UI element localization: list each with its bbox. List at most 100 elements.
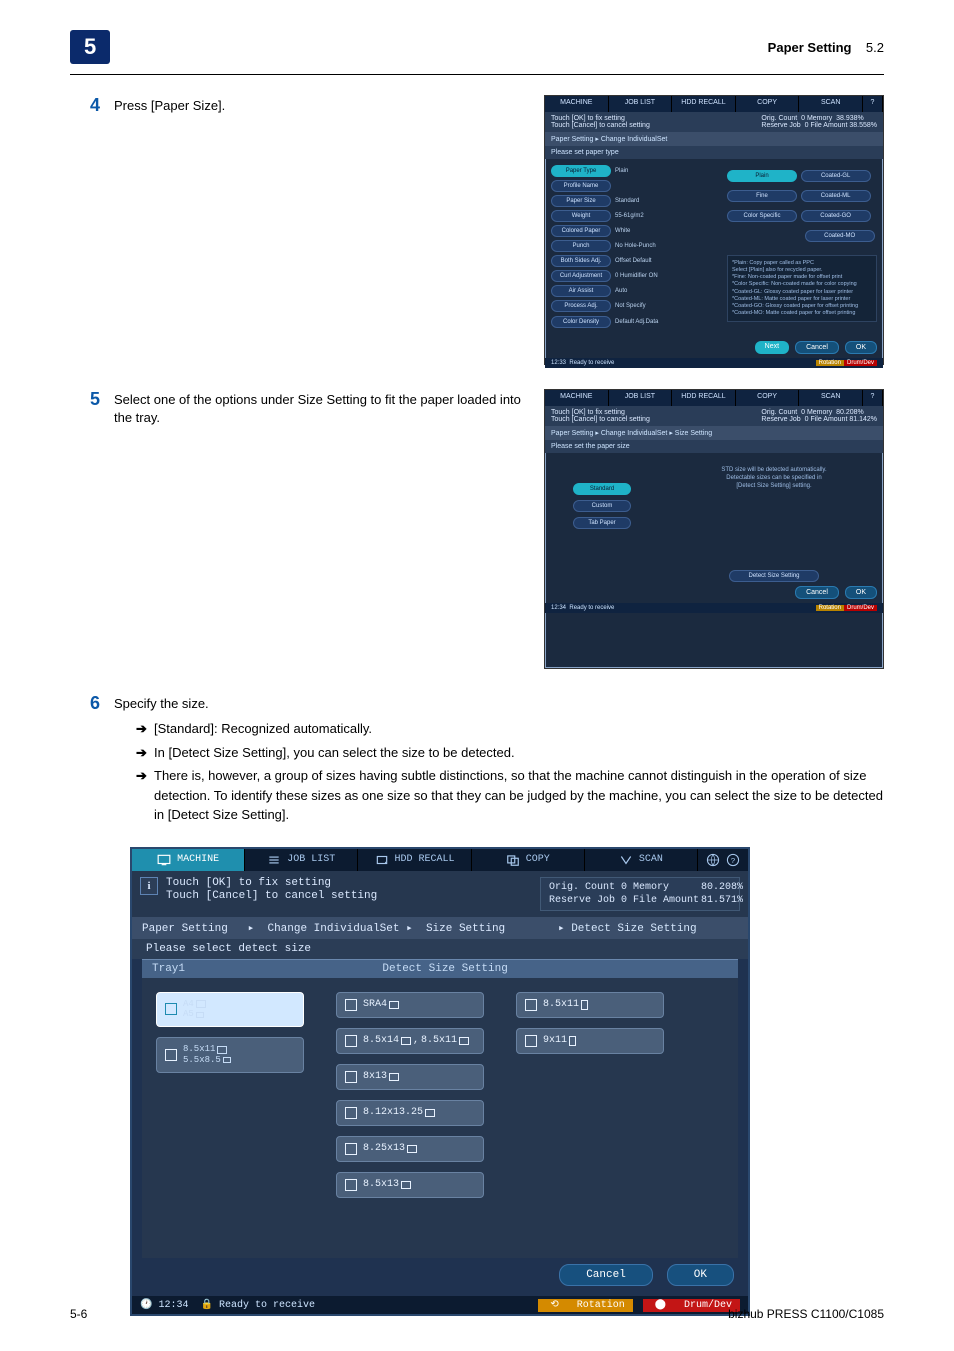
help-icon: ? [726, 853, 740, 867]
mini-tab-help[interactable]: ? [863, 96, 883, 112]
opt-8511-5585[interactable]: 8.5x11 5.5x8.5 [156, 1037, 304, 1073]
row-papersize[interactable]: Paper Size [551, 195, 611, 207]
mini1-sub: Please set paper type [545, 146, 883, 159]
opt-9x11[interactable]: 9x11 [516, 1028, 664, 1054]
bullet-3: There is, however, a group of sizes havi… [154, 766, 884, 825]
section-heading: Paper Setting 5.2 [768, 40, 884, 55]
row-color[interactable]: Color Density [551, 316, 611, 328]
step-6-text: Specify the size. [114, 696, 209, 711]
checkbox-icon [525, 999, 537, 1011]
mini2-tab-help[interactable]: ? [863, 390, 883, 406]
ls-header2: Tray1 Detect Size Setting [142, 959, 738, 978]
opt-8511p[interactable]: 8.5x11 [516, 992, 664, 1018]
mini2-tab-job[interactable]: JOB LIST [609, 390, 673, 406]
mini-tab-copy[interactable]: COPY [736, 96, 800, 112]
checkbox-icon [345, 1179, 357, 1191]
header-rule [70, 74, 884, 75]
opt-8x13[interactable]: 8x13 [336, 1064, 484, 1090]
mini2-standard[interactable]: Standard [573, 483, 631, 495]
opt-sra4[interactable]: SRA4 [336, 992, 484, 1018]
step-6-number: 6 [70, 693, 100, 714]
ls-tab-scan[interactable]: SCAN [585, 849, 698, 871]
step-5-number: 5 [70, 389, 100, 410]
checkbox-icon [345, 1035, 357, 1047]
checkbox-icon [525, 1035, 537, 1047]
row-air[interactable]: Air Assist [551, 285, 611, 297]
mini2-tab-hdd[interactable]: HDD RECALL [672, 390, 736, 406]
scan-icon [619, 854, 633, 866]
globe-icon [706, 853, 720, 867]
mini2-note: STD size will be detected automatically.… [665, 467, 883, 490]
mini1-ok[interactable]: OK [845, 341, 877, 354]
ls-tab-copy[interactable]: COPY [472, 849, 585, 871]
ls-subtitle: Please select detect size [132, 939, 748, 959]
row-colored[interactable]: Colored Paper [551, 225, 611, 237]
row-weight[interactable]: Weight [551, 210, 611, 222]
ls-cancel-button[interactable]: Cancel [559, 1264, 653, 1286]
ls-tab-job[interactable]: JOB LIST [245, 849, 358, 871]
mini2-custom[interactable]: Custom [573, 500, 631, 512]
copy-icon [506, 854, 520, 866]
mini2-tab-copy[interactable]: COPY [736, 390, 800, 406]
mini-tab-hdd[interactable]: HDD RECALL [672, 96, 736, 112]
opt-a4-a5[interactable]: A4 A5 [156, 992, 304, 1028]
ls-tab-hdd[interactable]: HDD RECALL [358, 849, 471, 871]
mini1-cancel[interactable]: Cancel [795, 341, 839, 354]
opt-8513[interactable]: 8.5x13 [336, 1172, 484, 1198]
rbtn-fine[interactable]: Fine [727, 190, 797, 202]
step-5-text: Select one of the options under Size Set… [114, 389, 528, 427]
mini2-detect[interactable]: Detect Size Setting [729, 570, 819, 582]
opt-81213[interactable]: 8.12x13.25 [336, 1100, 484, 1126]
arrow-icon: ➔ [136, 719, 154, 739]
rbtn-c1[interactable]: Coated-GL [801, 170, 871, 182]
screenshot-size-setting: MACHINE JOB LIST HDD RECALL COPY SCAN ? … [544, 389, 884, 669]
product-name: bizhub PRESS C1100/C1085 [728, 1307, 884, 1321]
row-profile[interactable]: Profile Name [551, 180, 611, 192]
mini1-note: *Plain: Copy paper called as PPC Select … [727, 255, 877, 322]
info-icon: i [140, 877, 158, 895]
mini2-tab[interactable]: Tab Paper [573, 517, 631, 529]
ls-counters: Orig. Count0Memory80.208% Reserve Job0Fi… [540, 877, 740, 911]
bullet-2: In [Detect Size Setting], you can select… [154, 743, 884, 763]
row-curl[interactable]: Curl Adjustment [551, 270, 611, 282]
checkbox-icon [345, 1071, 357, 1083]
row-papertype[interactable]: Paper Type [551, 165, 611, 177]
mini1-next[interactable]: Next [755, 341, 789, 354]
rbtn-c4[interactable]: Coated-MO [805, 230, 875, 242]
opt-82513[interactable]: 8.25x13 [336, 1136, 484, 1162]
ls-ok-button[interactable]: OK [667, 1264, 734, 1286]
page-number: 5-6 [70, 1307, 87, 1321]
svg-text:?: ? [731, 857, 736, 865]
row-proc[interactable]: Process Adj. [551, 300, 611, 312]
checkbox-icon [345, 999, 357, 1011]
ls-breadcrumb: Paper Setting ▸ Change IndividualSet ▸ S… [132, 917, 748, 939]
ls-info-text: Touch [OK] to fix setting Touch [Cancel]… [166, 877, 540, 911]
row-both[interactable]: Both Sides Adj. [551, 255, 611, 267]
rbtn-plain[interactable]: Plain [727, 170, 797, 182]
bullet-1: [Standard]: Recognized automatically. [154, 719, 884, 739]
mini-tab-machine[interactable]: MACHINE [545, 96, 609, 112]
mini2-tab-scan[interactable]: SCAN [799, 390, 863, 406]
checkbox-icon [165, 1003, 177, 1015]
screenshot-detect-size: MACHINE JOB LIST HDD RECALL COPY SCAN ? [130, 847, 750, 1316]
chapter-badge: 5 [70, 30, 110, 64]
mini2-breadcrumb: Paper Setting ▸ Change IndividualSet ▸ S… [545, 426, 883, 440]
ls-tab-help[interactable]: ? [698, 849, 748, 871]
mini2-sub: Please set the paper size [545, 440, 883, 453]
rbtn-c3[interactable]: Coated-GO [801, 210, 871, 222]
opt-8514-8511[interactable]: 8.5x14,8.5x11 [336, 1028, 484, 1054]
mini2-cancel[interactable]: Cancel [795, 586, 839, 599]
row-punch[interactable]: Punch [551, 240, 611, 252]
rbtn-c2[interactable]: Coated-ML [801, 190, 871, 202]
mini1-info2: Touch [Cancel] to cancel setting [551, 122, 650, 129]
mini-tab-job[interactable]: JOB LIST [609, 96, 673, 112]
mini-tab-scan[interactable]: SCAN [799, 96, 863, 112]
ls-tab-machine[interactable]: MACHINE [132, 849, 245, 871]
checkbox-icon [165, 1049, 177, 1061]
screenshot-paper-type: MACHINE JOB LIST HDD RECALL COPY SCAN ? … [544, 95, 884, 365]
arrow-icon: ➔ [136, 743, 154, 763]
mini2-tab-machine[interactable]: MACHINE [545, 390, 609, 406]
rbtn-colorsp[interactable]: Color Specific [727, 210, 797, 222]
mini2-ok[interactable]: OK [845, 586, 877, 599]
machine-icon [157, 854, 171, 866]
